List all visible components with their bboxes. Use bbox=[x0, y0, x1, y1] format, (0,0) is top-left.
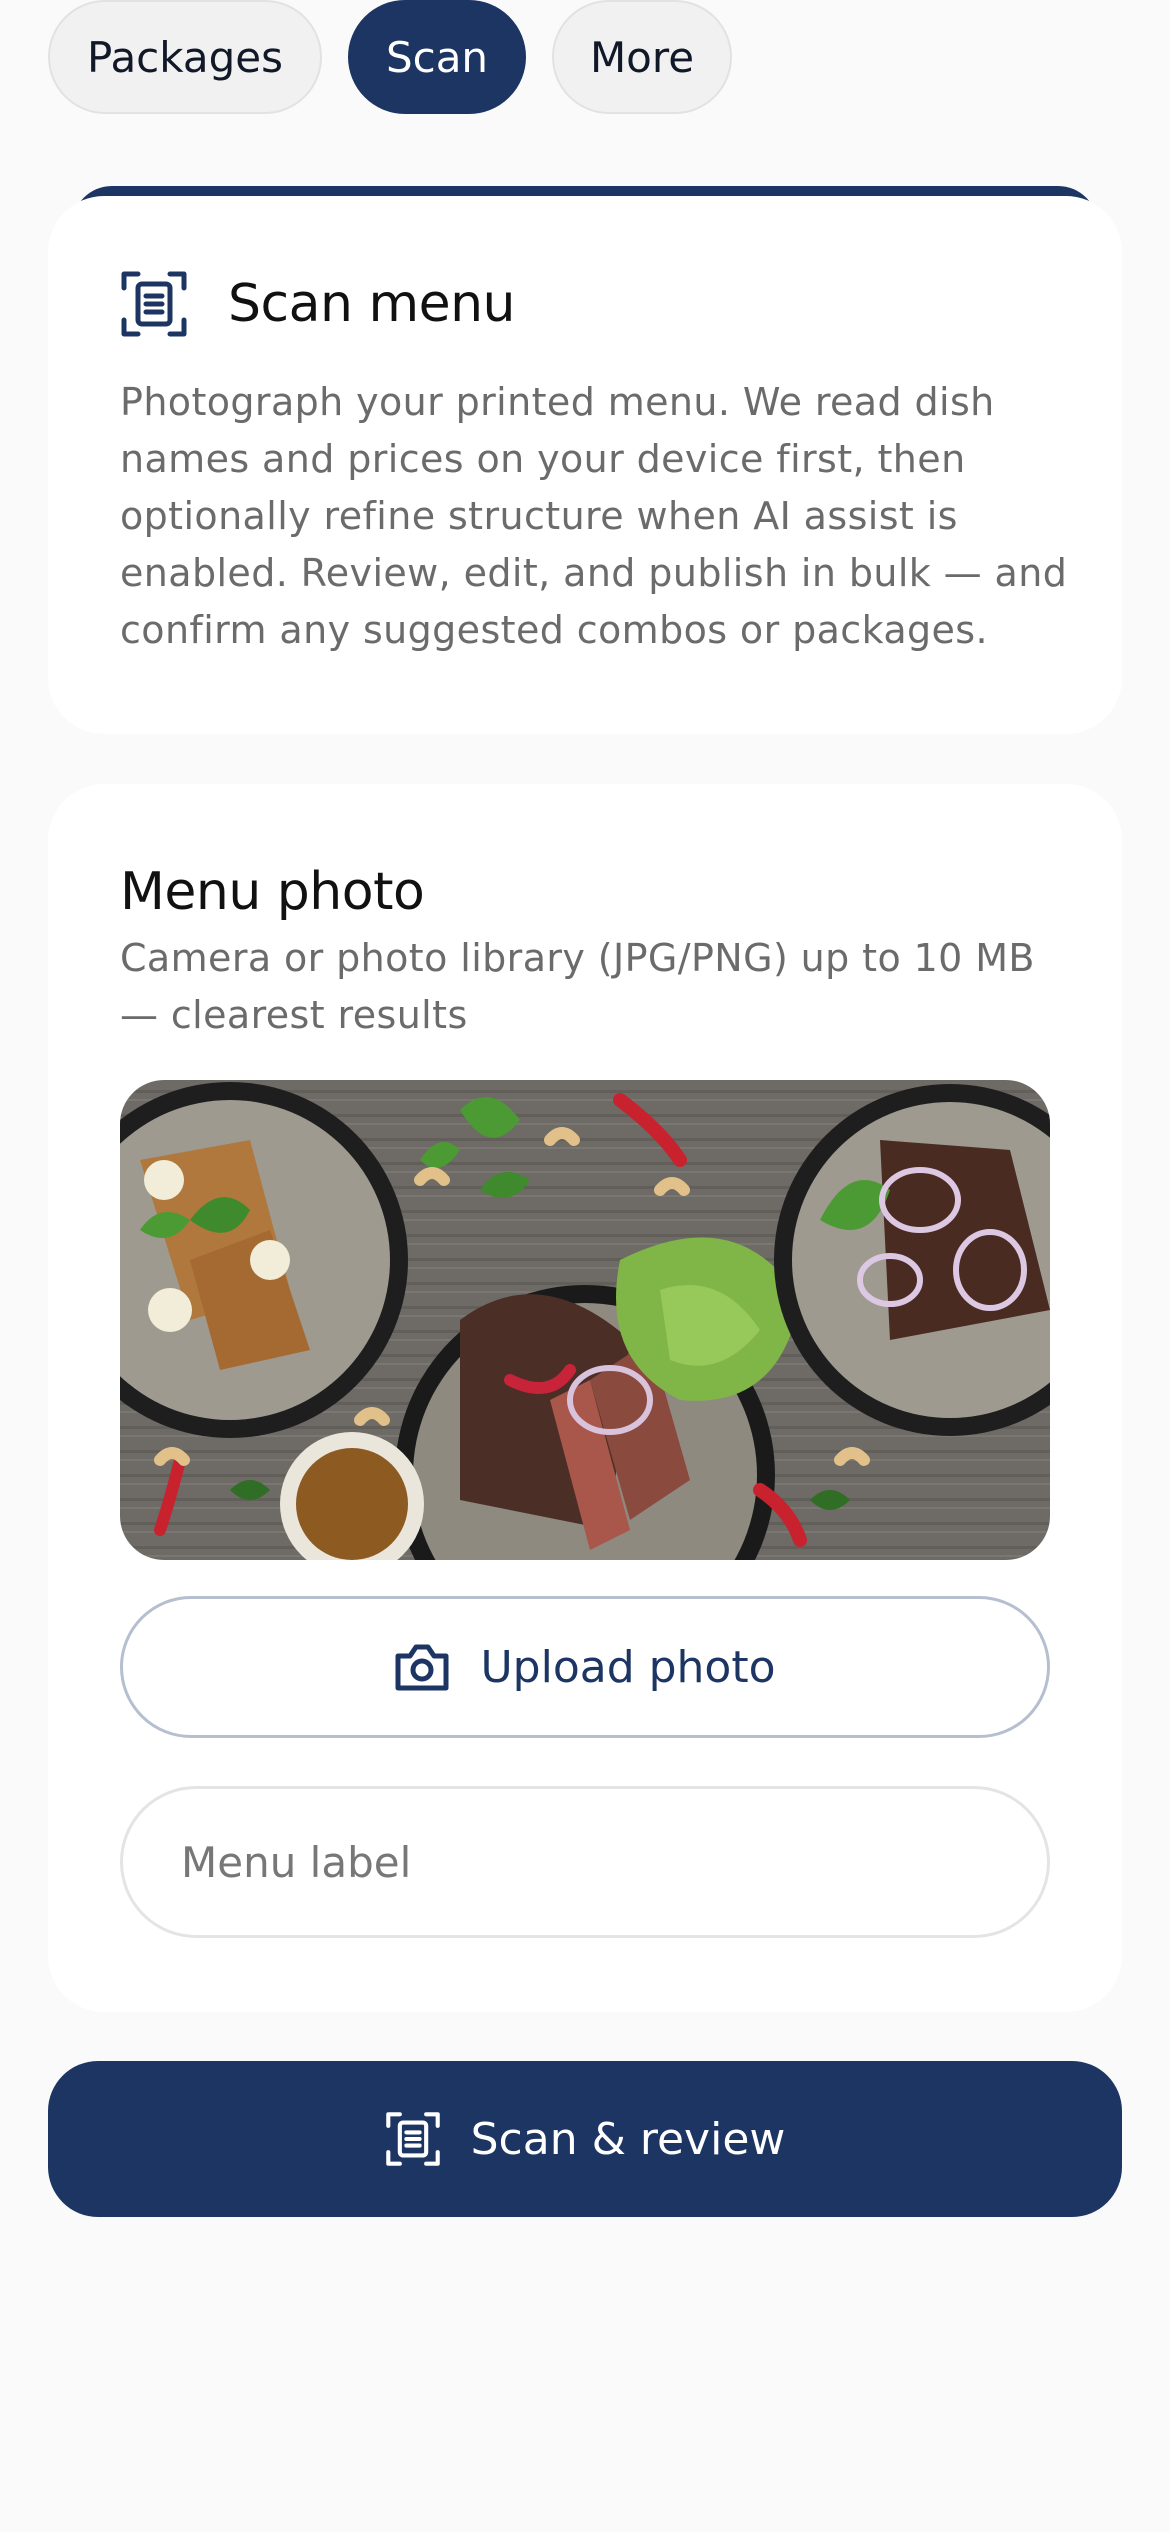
scan-review-label: Scan & review bbox=[470, 2113, 786, 2165]
menu-label-input[interactable] bbox=[120, 1786, 1050, 1938]
scan-menu-header: Scan menu bbox=[120, 270, 516, 338]
tab-scan[interactable]: Scan bbox=[348, 0, 526, 114]
menu-photo-subtitle: Camera or photo library (JPG/PNG) up to … bbox=[120, 936, 1035, 1037]
upload-photo-label: Upload photo bbox=[480, 1641, 776, 1693]
scan-menu-title: Scan menu bbox=[228, 274, 516, 334]
tab-more[interactable]: More bbox=[552, 0, 732, 114]
scan-menu-card: Scan menu Photograph your printed menu. … bbox=[48, 196, 1122, 734]
menu-photo-card: Menu photo Camera or photo library (JPG/… bbox=[48, 784, 1122, 2012]
tab-bar: Packages Scan More bbox=[48, 0, 732, 114]
scan-document-icon bbox=[385, 2112, 440, 2166]
menu-photo-title: Menu photo bbox=[120, 862, 425, 922]
upload-photo-button[interactable]: Upload photo bbox=[120, 1596, 1050, 1738]
tab-packages[interactable]: Packages bbox=[48, 0, 322, 114]
scan-document-icon bbox=[121, 271, 187, 337]
camera-icon bbox=[395, 1644, 449, 1691]
scan-menu-description: Photograph your printed menu. We read di… bbox=[120, 380, 1068, 652]
menu-photo-preview bbox=[120, 1080, 1050, 1560]
scan-review-button[interactable]: Scan & review bbox=[48, 2061, 1122, 2217]
